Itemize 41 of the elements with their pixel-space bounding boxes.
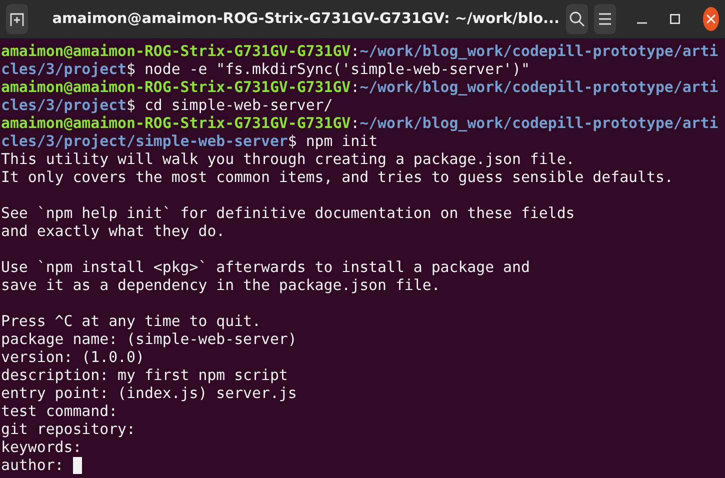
terminal-text: See `npm help init` for definitive documentation on these fields	[1, 204, 575, 222]
terminal-text: entry point: (index.js) server.js	[1, 384, 297, 402]
terminal-text: It only covers the most common items, and tries to guess sensible defaults.	[1, 168, 674, 186]
prompt-user: amaimon@amaimon-ROG-Strix-G731GV-G731GV	[1, 78, 351, 96]
terminal-text: test command:	[1, 402, 118, 420]
terminal-text: $ npm init	[288, 132, 378, 150]
maximize-icon	[670, 14, 680, 24]
terminal-text: keywords:	[1, 438, 82, 456]
prompt-path: cles/3/project/simple-web-server	[1, 132, 288, 150]
window-title: amaimon@amaimon-ROG-Strix-G731GV-G731GV: ~/work/blo...	[51, 11, 560, 27]
prompt-path: ~/work/blog_work/codepill-prototype/arti	[360, 42, 718, 60]
prompt-user: amaimon@amaimon-ROG-Strix-G731GV-G731GV	[1, 114, 351, 132]
terminal-text: $ cd simple-web-server/	[126, 96, 333, 114]
prompt-path: ~/work/blog_work/codepill-prototype/arti	[360, 114, 718, 132]
terminal-text: Use `npm install <pkg>` afterwards to install a package and	[1, 258, 530, 276]
terminal-text: Press ^C at any time to quit.	[1, 312, 261, 330]
terminal-text: :	[350, 114, 360, 132]
menu-icon	[598, 13, 612, 25]
minimize-icon	[636, 22, 647, 24]
terminal-text: version: (1.0.0)	[1, 348, 144, 366]
terminal-text: author:	[1, 456, 64, 474]
close-button[interactable]	[703, 7, 719, 31]
prompt-path: cles/3/project	[1, 96, 127, 114]
search-button[interactable]	[566, 4, 588, 34]
terminal-text: package name: (simple-web-server)	[1, 330, 297, 348]
terminal-text: :	[350, 78, 360, 96]
terminal-text: description: my first npm script	[1, 366, 288, 384]
new-tab-icon	[9, 11, 26, 27]
prompt-path: cles/3/project	[1, 60, 127, 78]
new-tab-button[interactable]	[6, 4, 28, 34]
terminal-text: git repository:	[1, 420, 136, 438]
menu-button[interactable]	[594, 4, 616, 34]
terminal-text: and exactly what they do.	[1, 222, 226, 240]
close-icon	[706, 14, 716, 24]
terminal-text: :	[350, 42, 360, 60]
terminal-text: save it as a dependency in the package.json file.	[1, 276, 440, 294]
search-icon	[568, 11, 585, 27]
prompt-path: ~/work/blog_work/codepill-prototype/arti	[360, 78, 718, 96]
terminal-text: This utility will walk you through creating a package.json file.	[1, 150, 575, 168]
terminal-text: $ node -e "fs.mkdirSync('simple-web-server')"	[126, 60, 530, 78]
prompt-user: amaimon@amaimon-ROG-Strix-G731GV-G731GV	[1, 42, 351, 60]
